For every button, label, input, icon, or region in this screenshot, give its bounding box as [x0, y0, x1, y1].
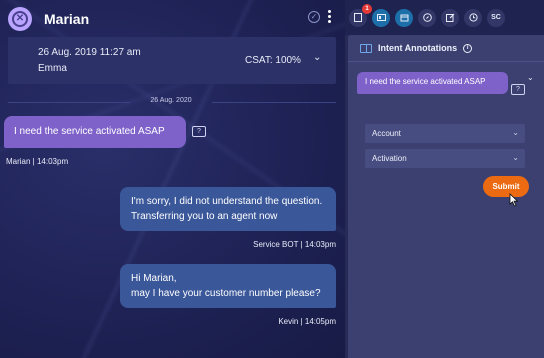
annotated-message-bubble: I need the service activated ASAP: [357, 72, 508, 94]
date-divider-label: 26 Aug. 2020: [150, 97, 192, 104]
message-text: may I have your customer number please?: [131, 288, 321, 299]
message-text: Transferring you to an agent now: [131, 211, 278, 222]
notification-badge: 1: [362, 3, 372, 14]
conversation-agent: Emma: [38, 63, 67, 74]
message-text: I need the service activated ASAP: [14, 126, 165, 137]
book-icon[interactable]: [395, 8, 413, 27]
sc-button[interactable]: SC: [487, 8, 505, 27]
conversation-datetime: 26 Aug. 2019 11:27 am: [38, 47, 141, 58]
message-meta: Marian | 14:03pm: [6, 157, 69, 166]
document-icon[interactable]: 1: [349, 3, 372, 27]
intent-select-value: Activation: [372, 154, 407, 163]
annotate-message-icon[interactable]: ?: [511, 84, 525, 95]
chevron-down-icon: ⌄: [512, 128, 519, 137]
chat-pane: ✕ Marian ✓ 26 Aug. 2019 11:27 am Emma CS…: [0, 0, 345, 358]
chevron-down-icon: ⌄: [512, 153, 519, 162]
date-divider: 26 Aug. 2020: [0, 96, 345, 108]
chevron-down-icon[interactable]: ⌄: [313, 52, 321, 63]
header-actions: ✓: [308, 10, 331, 23]
compass-icon[interactable]: [418, 8, 436, 27]
kebab-menu-icon[interactable]: [328, 10, 331, 23]
conversation-info-card[interactable]: 26 Aug. 2019 11:27 am Emma CSAT: 100% ⌄: [8, 37, 336, 84]
annotation-sidebar: 1 SC Intent Annotations i I need the ser…: [345, 0, 544, 358]
message-bubble-outgoing: I'm sorry, I did not understand the ques…: [120, 187, 336, 231]
category-select-value: Account: [372, 129, 401, 138]
check-circle-icon[interactable]: ✓: [308, 10, 320, 23]
message-meta: Service BOT | 14:03pm: [253, 240, 336, 249]
intent-annotations-icon[interactable]: [372, 8, 390, 27]
panel-header: Intent Annotations i: [360, 43, 473, 53]
contact-name: Marian: [44, 10, 90, 27]
category-select[interactable]: Account ⌄: [365, 124, 525, 143]
avatar[interactable]: ✕: [8, 6, 32, 31]
divider: [348, 61, 544, 62]
intent-annotations-panel: Intent Annotations i I need the service …: [348, 35, 544, 358]
message-bubble-incoming: I need the service activated ASAP: [4, 116, 186, 148]
csat-score: CSAT: 100%: [245, 55, 301, 66]
avatar-logo-icon: ✕: [12, 10, 28, 27]
annotate-message-icon[interactable]: ?: [192, 126, 206, 137]
history-icon[interactable]: [464, 8, 482, 27]
panel-title: Intent Annotations: [378, 43, 458, 53]
submit-button[interactable]: Submit: [483, 176, 529, 197]
info-icon[interactable]: i: [463, 43, 473, 53]
sidebar-toolbar: 1 SC: [345, 0, 544, 35]
open-book-icon: [360, 43, 372, 53]
chevron-down-icon[interactable]: ⌄: [527, 73, 534, 82]
message-text: Hi Marian,: [131, 273, 177, 284]
message-text: I'm sorry, I did not understand the ques…: [131, 196, 323, 207]
mouse-pointer-icon: [509, 193, 519, 207]
message-bubble-outgoing: Hi Marian, may I have your customer numb…: [120, 264, 336, 308]
message-meta: Kevin | 14:05pm: [278, 317, 336, 326]
intent-select[interactable]: Activation ⌄: [365, 149, 525, 168]
chat-header: ✕ Marian ✓: [0, 0, 345, 37]
app-window: ✕ Marian ✓ 26 Aug. 2019 11:27 am Emma CS…: [0, 0, 544, 358]
edit-icon[interactable]: [441, 8, 459, 27]
